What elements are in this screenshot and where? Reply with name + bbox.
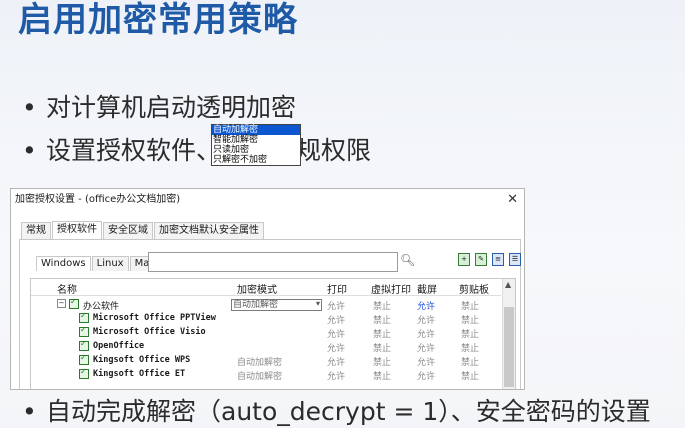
checkbox[interactable] xyxy=(79,339,89,351)
bullet-dot: • xyxy=(22,93,37,122)
virtual-print-value: 禁止 xyxy=(373,330,392,340)
col-mode[interactable]: 加密模式 xyxy=(237,281,277,296)
software-table: 名称 加密模式 打印 虚拟打印 截屏 剪贴板 − 办公软件 自动加解密 ▾ 允许 … xyxy=(30,278,516,389)
screenshot-value: 允许 xyxy=(417,316,436,326)
virtual-print-value: 禁止 xyxy=(373,316,392,326)
tab-authorized-software[interactable]: 授权软件 xyxy=(52,221,102,240)
bullet-text: 设置授权软件、加密常规权限 xyxy=(46,136,372,165)
mode-value: 自动加解密 xyxy=(237,358,283,368)
software-name: Microsoft Office PPTView xyxy=(93,313,216,323)
mode-dropdown-list: 自动加解密 智能加解密 只读加密 只解密不加密 xyxy=(211,124,301,166)
tab-secure-zone[interactable]: 安全区域 xyxy=(103,222,153,239)
slide-title: 启用加密常用策略 xyxy=(18,0,298,40)
mode-value: 自动加解密 xyxy=(237,372,283,382)
chevron-down-icon[interactable]: ▾ xyxy=(316,299,320,309)
dropdown-option[interactable]: 只读加密 xyxy=(212,145,300,155)
col-screenshot[interactable]: 截屏 xyxy=(417,281,437,296)
print-value: 允许 xyxy=(327,302,346,312)
software-name: Kingsoft Office ET xyxy=(93,369,186,379)
clipboard-value: 禁止 xyxy=(461,330,480,340)
print-value: 允许 xyxy=(327,358,346,368)
screenshot-value[interactable]: 允许 xyxy=(417,299,435,312)
tree-icon[interactable]: ☰ xyxy=(509,253,521,266)
screenshot-value: 允许 xyxy=(417,330,436,340)
os-tabs: Windows Linux Mac xyxy=(36,256,161,271)
tab-default-security[interactable]: 加密文档默认安全属性 xyxy=(154,222,264,239)
collapse-icon[interactable]: − xyxy=(57,299,66,308)
scroll-up-icon[interactable]: ▲ xyxy=(505,280,511,289)
screenshot-value: 允许 xyxy=(417,372,436,382)
clipboard-value: 禁止 xyxy=(461,344,480,354)
bullet-text: 自动完成解密（auto_decrypt = 1）、安全密码的设置 xyxy=(46,397,651,426)
table-header: 名称 加密模式 打印 虚拟打印 截屏 剪贴板 xyxy=(31,279,501,296)
checkbox[interactable] xyxy=(69,297,79,309)
subtab-windows[interactable]: Windows xyxy=(36,256,91,271)
print-value: 允许 xyxy=(327,316,346,326)
table-row[interactable]: Kingsoft Office ET 自动加解密 允许 禁止 允许 禁止 xyxy=(31,367,501,382)
add-icon[interactable]: + xyxy=(458,253,470,266)
clipboard-value: 禁止 xyxy=(461,302,480,312)
table-row[interactable]: Kingsoft Office WPS 自动加解密 允许 禁止 允许 禁止 xyxy=(31,353,501,368)
screenshot-value: 允许 xyxy=(417,344,436,354)
software-name: Microsoft Office Visio xyxy=(93,327,206,337)
col-virtual-print[interactable]: 虚拟打印 xyxy=(371,281,411,296)
screenshot-value: 允许 xyxy=(417,358,436,368)
table-row[interactable]: Microsoft Office Visio 允许 禁止 允许 禁止 xyxy=(31,325,501,340)
table-row-group[interactable]: − 办公软件 自动加解密 ▾ 允许 禁止 允许 禁止 xyxy=(31,297,501,312)
tab-panel: Windows Linux Mac 🔍︎ + ✎ ≡ ☰ 名称 加密模式 打印 … xyxy=(19,239,521,389)
table-row[interactable]: Microsoft Office PPTView 允许 禁止 允许 禁止 xyxy=(31,311,501,326)
print-value: 允许 xyxy=(327,344,346,354)
mode-value: 自动加解密 xyxy=(233,300,279,310)
checkbox[interactable] xyxy=(79,311,89,323)
edit-icon[interactable]: ✎ xyxy=(475,253,487,266)
subtab-linux[interactable]: Linux xyxy=(91,256,129,271)
virtual-print-value: 禁止 xyxy=(373,302,392,312)
encryption-settings-dialog: 加密授权设置 - (office办公文档加密) ✕ 常规 授权软件 安全区域 加… xyxy=(10,188,525,390)
clipboard-value: 禁止 xyxy=(461,316,480,326)
col-print[interactable]: 打印 xyxy=(327,281,347,296)
clipboard-value: 禁止 xyxy=(461,358,480,368)
checkbox[interactable] xyxy=(79,367,89,379)
list-icon[interactable]: ≡ xyxy=(492,253,504,266)
software-name: Kingsoft Office WPS xyxy=(93,355,191,365)
bullet-2: • 设置授权软件、加密常规权限 xyxy=(22,131,371,167)
virtual-print-value: 禁止 xyxy=(373,372,392,382)
checkbox[interactable] xyxy=(79,325,89,337)
bullet-text: 对计算机启动透明加密 xyxy=(46,93,297,122)
dropdown-option[interactable]: 智能加解密 xyxy=(212,135,300,145)
group-label: 办公软件 xyxy=(83,302,120,312)
virtual-print-value: 禁止 xyxy=(373,358,392,368)
dropdown-option[interactable]: 只解密不加密 xyxy=(212,155,300,165)
print-value: 允许 xyxy=(327,330,346,340)
mode-select[interactable]: 自动加解密 ▾ xyxy=(231,299,322,311)
search-icon[interactable]: 🔍︎ xyxy=(400,253,415,267)
checkbox[interactable] xyxy=(79,353,89,365)
clipboard-value: 禁止 xyxy=(461,372,480,382)
dropdown-option[interactable]: 自动加解密 xyxy=(212,125,300,135)
virtual-print-value: 禁止 xyxy=(373,344,392,354)
bullet-1: • 对计算机启动透明加密 xyxy=(22,88,296,124)
scroll-thumb[interactable] xyxy=(504,307,514,387)
dialog-titlebar: 加密授权设置 - (office办公文档加密) ✕ xyxy=(11,189,524,211)
dialog-title: 加密授权设置 - (office办公文档加密) xyxy=(15,194,181,205)
table-row[interactable]: OpenOffice 允许 禁止 允许 禁止 xyxy=(31,339,501,354)
vertical-scrollbar[interactable]: ▲ xyxy=(502,279,515,389)
bullet-3: • 自动完成解密（auto_decrypt = 1）、安全密码的设置 xyxy=(22,392,651,428)
col-name[interactable]: 名称 xyxy=(57,281,77,296)
col-clipboard[interactable]: 剪贴板 xyxy=(459,281,489,296)
tab-general[interactable]: 常规 xyxy=(21,222,51,239)
bullet-dot: • xyxy=(22,136,37,165)
software-name: OpenOffice xyxy=(93,341,145,351)
close-icon[interactable]: ✕ xyxy=(507,189,518,211)
toolbar-icons: + ✎ ≡ ☰ xyxy=(458,253,521,266)
print-value: 允许 xyxy=(327,372,346,382)
bullet-dot: • xyxy=(22,397,37,426)
filter-input[interactable] xyxy=(148,252,398,272)
